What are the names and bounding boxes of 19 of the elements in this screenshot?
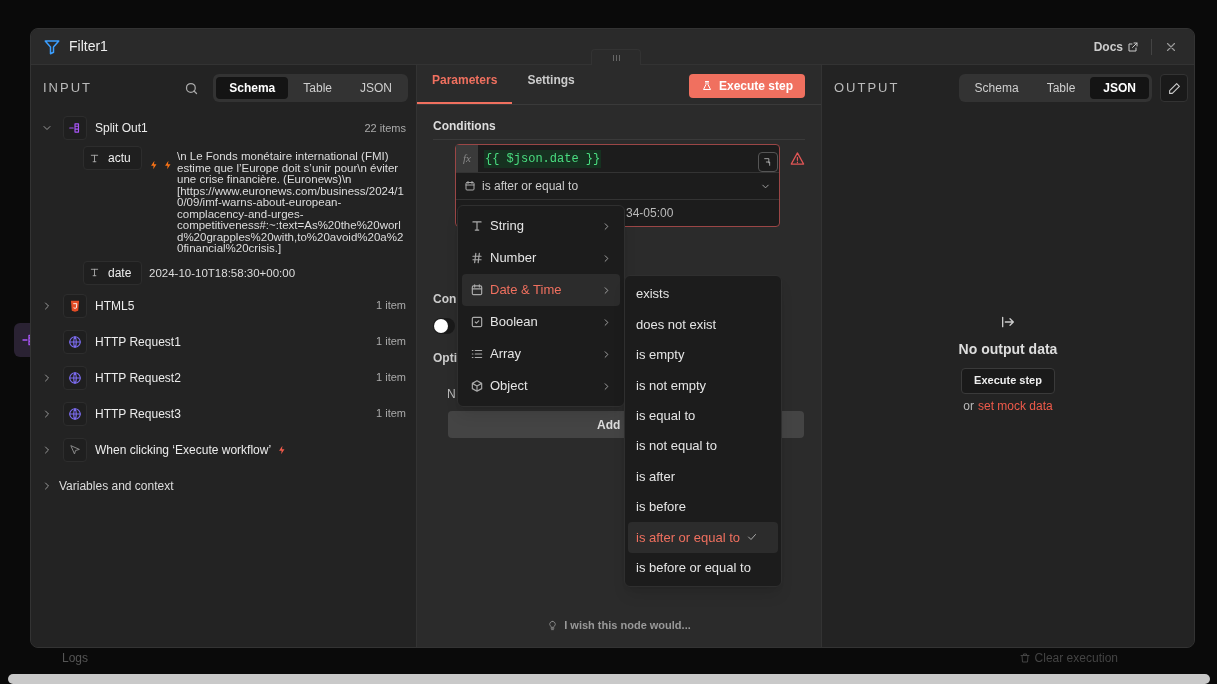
- panel-title: INPUT: [43, 79, 92, 98]
- expression-badge: fx: [456, 145, 478, 172]
- item-count: 1 item: [376, 298, 406, 314]
- field-value: \n Le Fonds monétaire international (FMI) estime que l’Europe doit s’unir pour\n éviter une crise financière. (Euronews)\n [https://www.euronews.com/business/2024/10/09/imf-warns-about-european-complacency-and-urges-competitiveness#:~:text=As%20the%20world%20grapples%20with,to%20avoid%20a%20financial%20crisis.]: [177, 151, 405, 255]
- item-count: 1 item: [376, 406, 406, 422]
- field-label: Con: [433, 291, 457, 308]
- item-count: 1 item: [376, 334, 406, 350]
- field-value: 2024-10-10T18:58:30+00:00: [149, 265, 296, 279]
- field-key: actu: [83, 146, 142, 170]
- item-count: 22 items: [364, 120, 406, 136]
- or-text: or: [963, 397, 974, 415]
- empty-state-title: No output data: [958, 339, 1058, 359]
- section-title: Opti: [433, 350, 457, 367]
- panel-title: OUTPUT: [834, 79, 900, 98]
- section-title: Conditions: [433, 117, 805, 140]
- window-title: Filter1: [69, 37, 108, 56]
- field-key: date: [83, 260, 142, 285]
- empty-options-text: N: [447, 386, 456, 403]
- item-count: 1 item: [376, 370, 406, 386]
